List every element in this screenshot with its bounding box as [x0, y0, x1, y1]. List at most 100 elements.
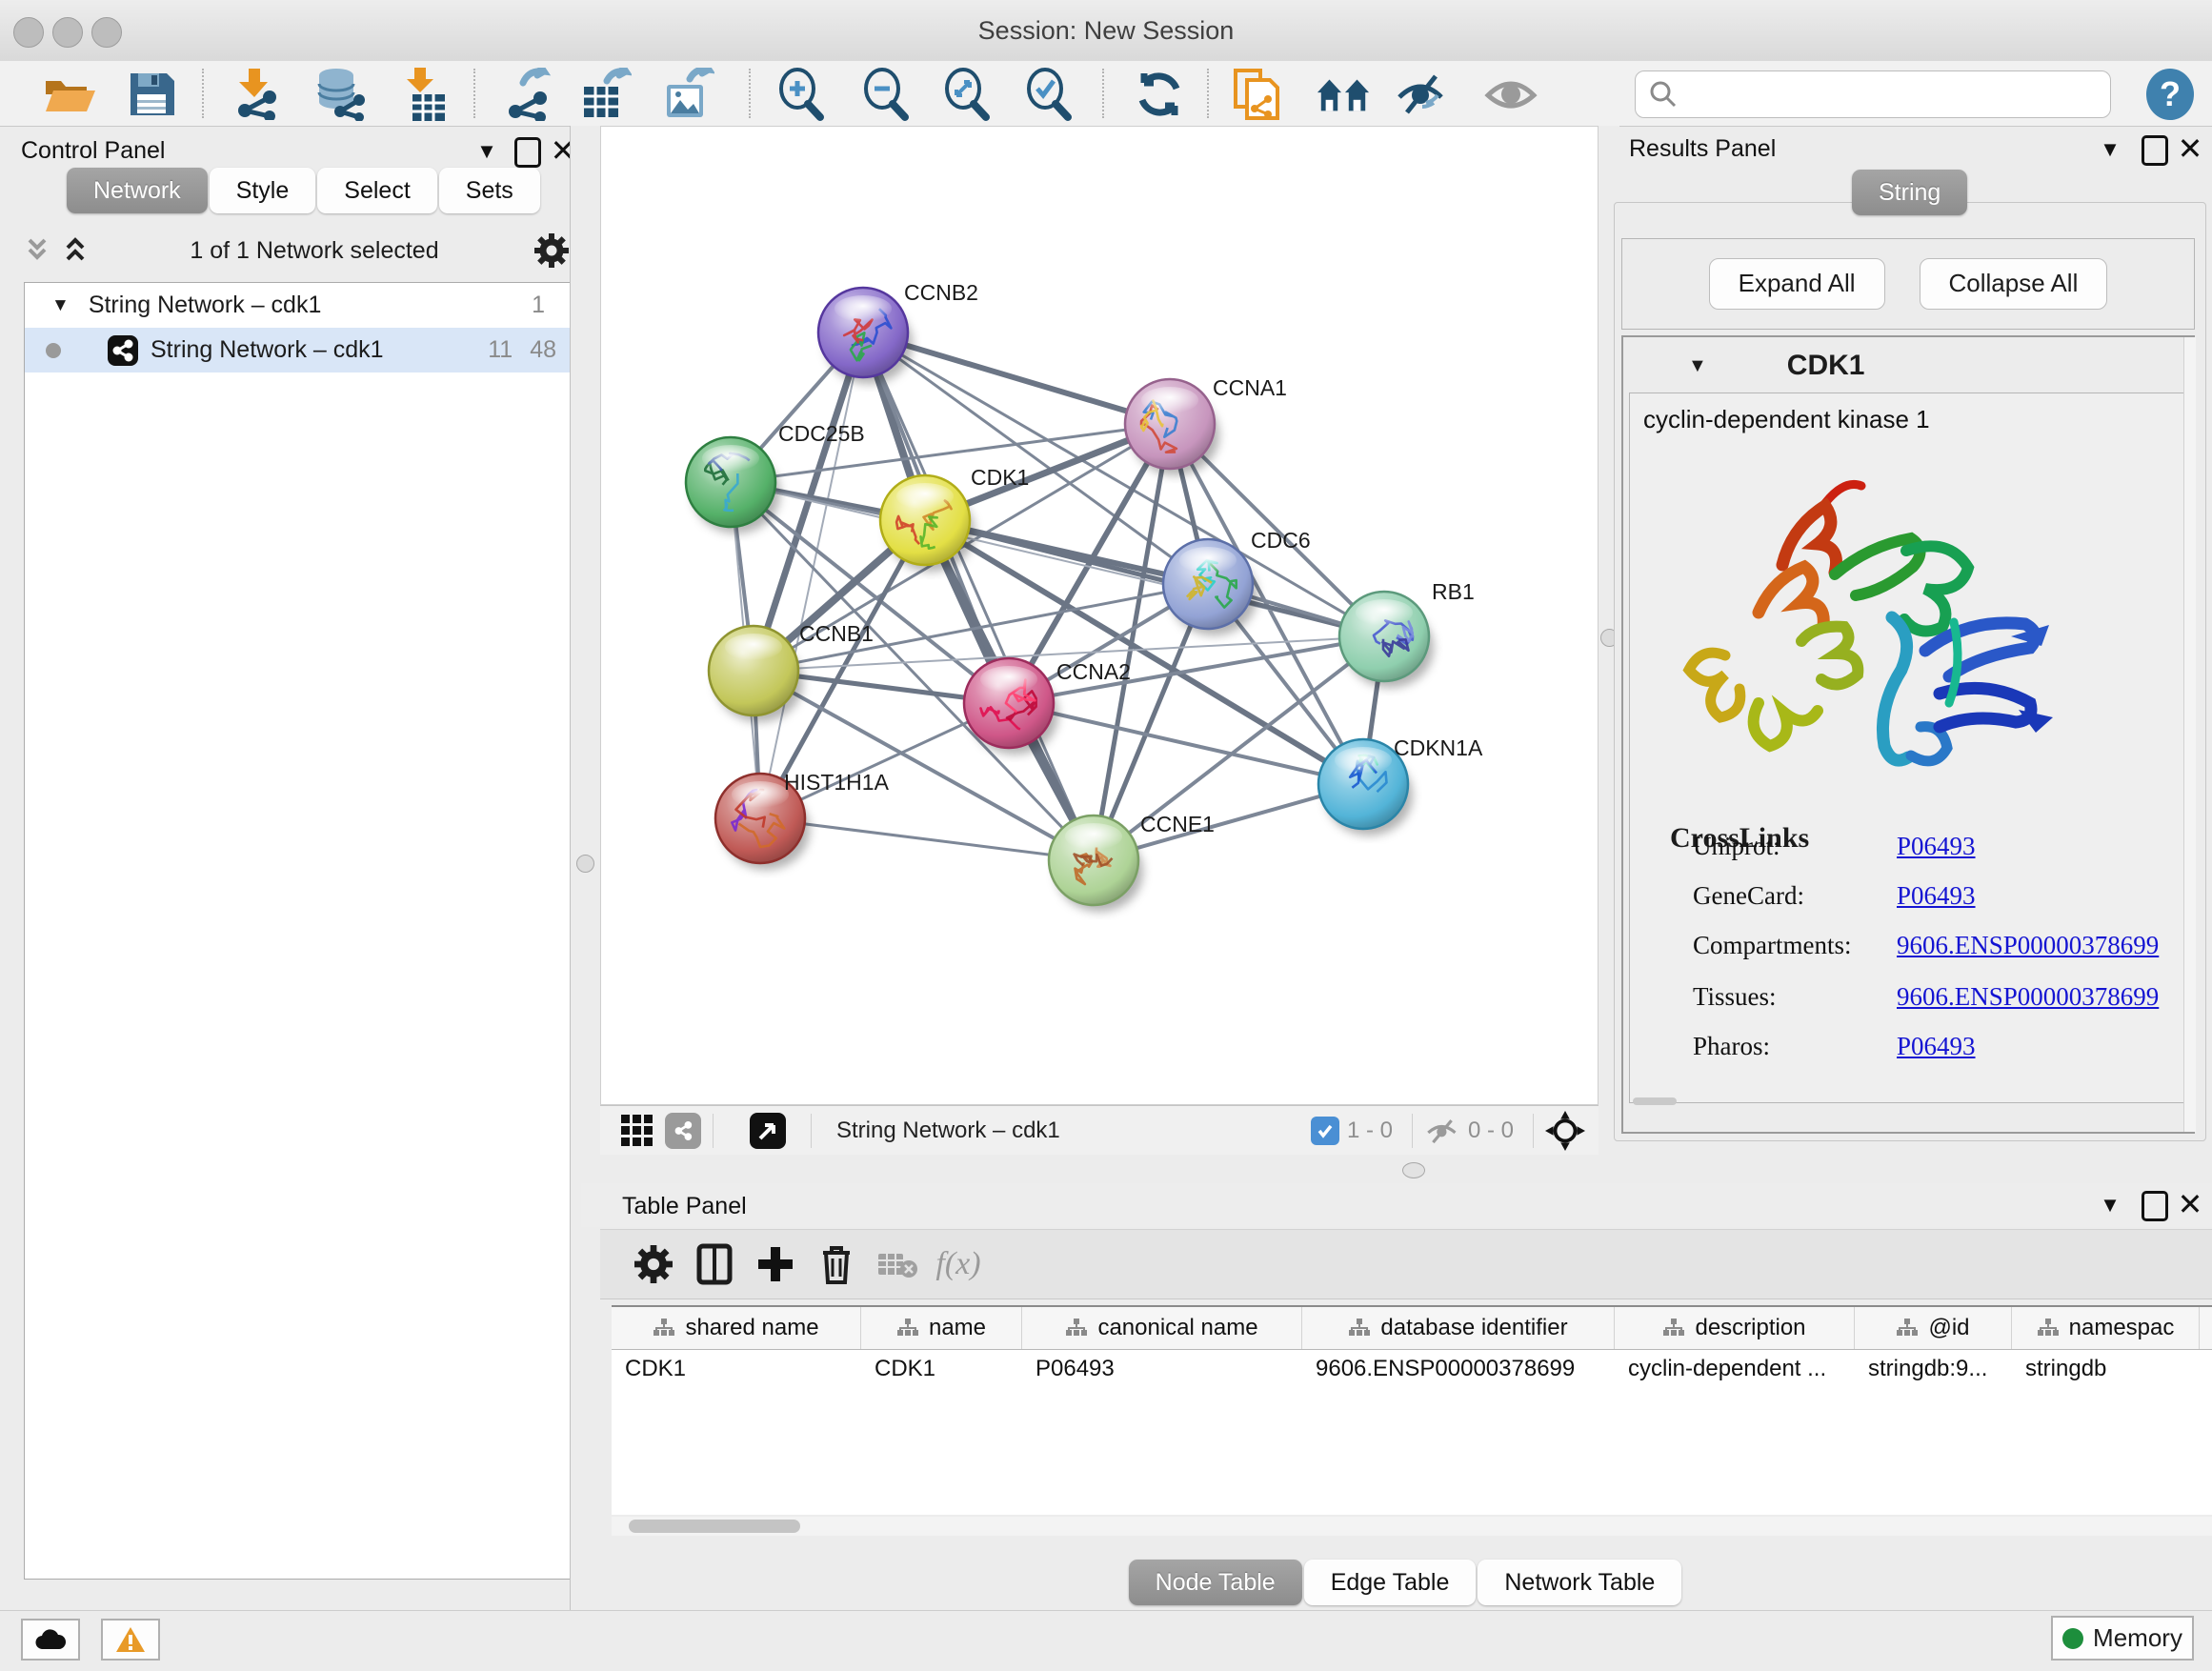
memory-button[interactable]: Memory: [2051, 1616, 2194, 1661]
save-session-button[interactable]: [124, 67, 179, 122]
table-cell[interactable]: cyclin-dependent ...: [1615, 1350, 1855, 1388]
table-panel-close-button[interactable]: ✕: [2174, 1191, 2206, 1219]
delete-table-button[interactable]: [867, 1248, 928, 1280]
tab-node-table[interactable]: Node Table: [1129, 1560, 1302, 1605]
network-edge[interactable]: [760, 818, 1094, 860]
expand-all-icon[interactable]: [62, 236, 94, 265]
results-panel-collapse-button[interactable]: ▼: [2094, 135, 2126, 164]
selected-checkbox-icon[interactable]: [1311, 1117, 1339, 1145]
hidden-eye-icon[interactable]: [1424, 1116, 1460, 1146]
table-settings-button[interactable]: [623, 1245, 684, 1283]
column-header-canonical-name[interactable]: canonical name: [1022, 1307, 1302, 1349]
table-cell[interactable]: stringdb:9...: [1855, 1350, 2012, 1388]
network-collection-row[interactable]: ▼ String Network – cdk1 1: [25, 283, 570, 328]
network-canvas[interactable]: CCNB2CCNA1CDC25BCDK1CDC6RB1CCNB1CCNA2CDK…: [600, 126, 1599, 1105]
import-network-from-database-button[interactable]: [312, 67, 367, 122]
open-in-new-window-icon[interactable]: [750, 1113, 786, 1149]
search-input[interactable]: [1678, 74, 2110, 114]
network-edge[interactable]: [863, 332, 1094, 860]
export-network-button[interactable]: [501, 67, 556, 122]
network-node-cdkn1a[interactable]: CDKN1A: [1318, 735, 1483, 836]
results-panel-float-button[interactable]: [2142, 135, 2168, 166]
network-row[interactable]: String Network – cdk1 11 48: [25, 328, 570, 372]
network-node-ccnb2[interactable]: CCNB2: [818, 280, 978, 384]
export-image-button[interactable]: [660, 67, 715, 122]
network-edge[interactable]: [925, 520, 1384, 636]
table-cell[interactable]: P06493: [1022, 1350, 1302, 1388]
network-node-hist1h1a[interactable]: HIST1H1A: [715, 770, 890, 870]
table-cell[interactable]: CDK1: [861, 1350, 1022, 1388]
table-panel-collapse-button[interactable]: ▼: [2094, 1191, 2126, 1219]
table-cell[interactable]: stringdb: [2012, 1350, 2200, 1388]
first-neighbors-button[interactable]: [1316, 67, 1371, 122]
network-graph[interactable]: CCNB2CCNA1CDC25BCDK1CDC6RB1CCNB1CCNA2CDK…: [601, 127, 1598, 1104]
function-builder-button[interactable]: f(x): [928, 1246, 989, 1282]
import-table-button[interactable]: [397, 67, 452, 122]
zoom-fit-button[interactable]: [939, 67, 995, 122]
crosslink-value-link[interactable]: 9606.ENSP00000378699: [1897, 982, 2159, 1011]
gene-collapse-arrow-icon[interactable]: ▼: [1688, 355, 1707, 377]
column-header-description[interactable]: description: [1615, 1307, 1855, 1349]
crosslink-value-link[interactable]: P06493: [1897, 832, 1976, 860]
zoom-out-button[interactable]: [858, 67, 914, 122]
control-panel-collapse-button[interactable]: ▼: [471, 137, 503, 166]
column-header-namespac[interactable]: namespac: [2012, 1307, 2200, 1349]
show-columns-button[interactable]: [684, 1243, 745, 1285]
table-cell[interactable]: CDK1: [612, 1350, 861, 1388]
column-header--id[interactable]: @id: [1855, 1307, 2012, 1349]
tree-expand-arrow-icon[interactable]: ▼: [51, 295, 70, 316]
network-node-cdk1[interactable]: CDK1: [880, 465, 1029, 572]
table-hscrollbar-thumb[interactable]: [629, 1520, 800, 1533]
import-network-button[interactable]: [229, 67, 284, 122]
zoom-selected-button[interactable]: [1021, 67, 1076, 122]
crosshair-icon[interactable]: [1545, 1111, 1585, 1151]
tab-edge-table[interactable]: Edge Table: [1304, 1560, 1477, 1605]
duplicate-network-button[interactable]: [1231, 67, 1286, 122]
results-panel-close-button[interactable]: ✕: [2174, 135, 2206, 164]
network-options-gear-icon[interactable]: [534, 233, 569, 268]
tab-network-table[interactable]: Network Table: [1478, 1560, 1681, 1605]
network-share-icon[interactable]: [665, 1113, 701, 1149]
network-node-rb1[interactable]: RB1: [1339, 579, 1475, 688]
crosslink-value-link[interactable]: P06493: [1897, 881, 1976, 910]
hide-selected-button[interactable]: [1394, 67, 1449, 122]
tab-network[interactable]: Network: [67, 168, 208, 213]
expand-all-button[interactable]: Expand All: [1709, 258, 1885, 310]
collapse-all-button[interactable]: Collapse All: [1920, 258, 2108, 310]
open-session-button[interactable]: [42, 67, 97, 122]
network-node-ccne1[interactable]: CCNE1: [1049, 812, 1215, 912]
network-node-ccna1[interactable]: CCNA1: [1125, 375, 1287, 475]
column-header-name[interactable]: name: [861, 1307, 1022, 1349]
tab-style[interactable]: Style: [210, 168, 316, 213]
tab-select[interactable]: Select: [317, 168, 436, 213]
collapse-all-icon[interactable]: [24, 236, 56, 265]
table-panel-float-button[interactable]: [2142, 1191, 2168, 1221]
network-node-ccna2[interactable]: CCNA2: [964, 658, 1131, 755]
column-header-shared-name[interactable]: shared name: [612, 1307, 861, 1349]
create-column-button[interactable]: [745, 1245, 806, 1283]
gene-card-hscroll-thumb[interactable]: [1633, 1097, 1677, 1105]
control-panel-float-button[interactable]: [514, 137, 541, 168]
crosslink-value-link[interactable]: 9606.ENSP00000378699: [1897, 931, 2159, 959]
gene-section-header[interactable]: ▼ CDK1: [1621, 343, 2195, 389]
cloud-status-button[interactable]: [21, 1619, 80, 1661]
table-row[interactable]: CDK1CDK1P064939606.ENSP00000378699cyclin…: [612, 1350, 2212, 1388]
export-table-button[interactable]: [577, 67, 633, 122]
left-splitter[interactable]: [570, 126, 601, 1610]
gene-section-vscroll[interactable]: [2183, 337, 2196, 1132]
table-cell[interactable]: 9606.ENSP00000378699: [1302, 1350, 1615, 1388]
table-hscrollbar[interactable]: [612, 1517, 2212, 1536]
show-all-button[interactable]: [1484, 67, 1539, 122]
zoom-in-button[interactable]: [774, 67, 829, 122]
warnings-button[interactable]: [101, 1619, 160, 1661]
horizontal-splitter[interactable]: [581, 1155, 2212, 1183]
results-tab-string[interactable]: String: [1852, 170, 1967, 215]
column-header-database-identifier[interactable]: database identifier: [1302, 1307, 1615, 1349]
birdseye-grid-icon[interactable]: [619, 1113, 655, 1149]
left-splitter-knob[interactable]: [576, 855, 594, 873]
help-button[interactable]: ?: [2146, 69, 2194, 120]
horizontal-splitter-knob[interactable]: [1402, 1162, 1425, 1178]
tab-sets[interactable]: Sets: [439, 168, 540, 213]
crosslink-value-link[interactable]: P06493: [1897, 1032, 1976, 1060]
delete-column-button[interactable]: [806, 1243, 867, 1285]
